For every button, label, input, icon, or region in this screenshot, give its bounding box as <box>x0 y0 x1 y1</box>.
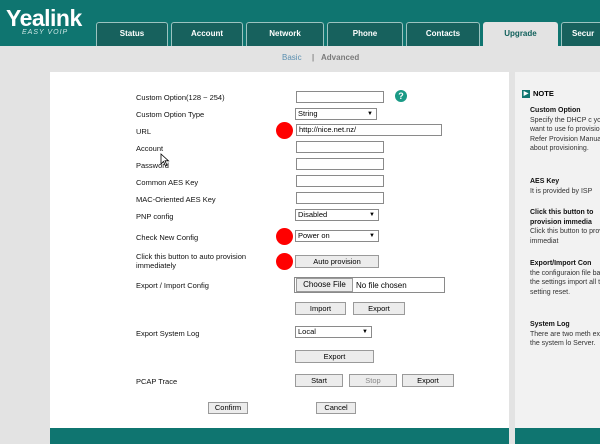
pcap-stop-button[interactable]: Stop <box>349 374 397 387</box>
account-label: Account <box>136 144 164 153</box>
aes-key-input[interactable] <box>296 175 384 187</box>
pnp-config-label: PNP config <box>136 212 174 221</box>
note-export-import: Export/Import Con the configuraion file … <box>530 260 600 296</box>
aes-key-label: Common AES Key <box>136 178 199 187</box>
footer-bar <box>50 428 509 444</box>
custom-option-input[interactable] <box>296 91 384 103</box>
red-marker-dot <box>276 122 293 139</box>
chevron-down-icon: ▼ <box>367 111 373 117</box>
cancel-button[interactable]: Cancel <box>316 402 356 414</box>
account-input[interactable] <box>296 141 384 153</box>
note-system-log: System Log There are two meth export the… <box>530 321 600 347</box>
sub-navigation: Basic | Advanced <box>0 46 600 68</box>
help-icon[interactable]: ? <box>395 90 407 102</box>
tab-phone[interactable]: Phone <box>327 22 403 46</box>
custom-option-type-select[interactable]: String ▼ <box>295 108 377 120</box>
tab-security[interactable]: Secur <box>561 22 600 46</box>
confirm-button[interactable]: Confirm <box>208 402 248 414</box>
url-label: URL <box>136 127 152 136</box>
mac-aes-key-input[interactable] <box>296 192 384 204</box>
chevron-down-icon: ▼ <box>369 212 375 218</box>
note-auto-provision: Click this button to provision immedia C… <box>530 209 600 245</box>
subnav-separator: | <box>312 53 315 62</box>
subtab-basic[interactable]: Basic <box>282 53 302 62</box>
pcap-export-button[interactable]: Export <box>402 374 454 387</box>
subtab-advanced[interactable]: Advanced <box>321 53 359 62</box>
pnp-config-value: Disabled <box>298 210 328 219</box>
tab-network[interactable]: Network <box>246 22 324 46</box>
export-config-button[interactable]: Export <box>353 302 405 315</box>
mouse-cursor-icon <box>160 153 170 167</box>
password-input[interactable] <box>296 158 384 170</box>
tab-contacts[interactable]: Contacts <box>406 22 480 46</box>
yealink-logo: Yealink <box>6 5 82 31</box>
note-custom-option: Custom Option Specify the DHCP c you wan… <box>530 107 600 152</box>
auto-provision-label: Click this button to auto provision imme… <box>136 252 247 270</box>
red-marker-dot <box>276 228 293 245</box>
no-file-chosen-text: No file chosen <box>356 281 407 290</box>
export-import-config-label: Export / Import Config <box>136 281 209 290</box>
check-new-config-select[interactable]: Power on ▼ <box>295 230 379 242</box>
logo-tagline: EASY VOIP <box>22 29 69 36</box>
mac-aes-key-label: MAC-Oriented AES Key <box>136 195 216 204</box>
arrow-icon: ▶ <box>522 90 530 99</box>
export-system-log-label: Export System Log <box>136 329 200 338</box>
custom-option-type-label: Custom Option Type <box>136 110 205 119</box>
auto-provision-button[interactable]: Auto provision <box>295 255 379 268</box>
footer-bar-note <box>515 428 600 444</box>
red-marker-dot <box>276 253 293 270</box>
pcap-start-button[interactable]: Start <box>295 374 343 387</box>
custom-option-label: Custom Option(128 ~ 254) <box>136 93 225 102</box>
pnp-config-select[interactable]: Disabled ▼ <box>295 209 379 221</box>
import-config-button[interactable]: Import <box>295 302 346 315</box>
pcap-trace-label: PCAP Trace <box>136 377 178 386</box>
check-new-config-value: Power on <box>298 231 330 240</box>
url-input[interactable]: http://nice.net.nz/ <box>296 124 442 136</box>
chevron-down-icon: ▼ <box>369 233 375 239</box>
note-header: ▶ NOTE <box>522 89 554 99</box>
chevron-down-icon: ▼ <box>362 329 368 335</box>
export-log-button[interactable]: Export <box>295 350 374 363</box>
tab-status[interactable]: Status <box>96 22 168 46</box>
tab-account[interactable]: Account <box>171 22 243 46</box>
custom-option-type-value: String <box>298 109 318 118</box>
export-log-select[interactable]: Local ▼ <box>295 326 372 338</box>
note-panel: ▶ NOTE Custom Option Specify the DHCP c y… <box>515 72 600 428</box>
check-new-config-label: Check New Config <box>136 233 199 242</box>
tab-upgrade[interactable]: Upgrade <box>483 22 558 46</box>
note-aes-key: AES Key It is provided by ISP <box>530 178 593 195</box>
top-header: Yealink EASY VOIP Status Account Network… <box>0 0 600 46</box>
choose-file-button[interactable]: Choose File <box>296 278 353 292</box>
export-log-value: Local <box>298 327 316 336</box>
